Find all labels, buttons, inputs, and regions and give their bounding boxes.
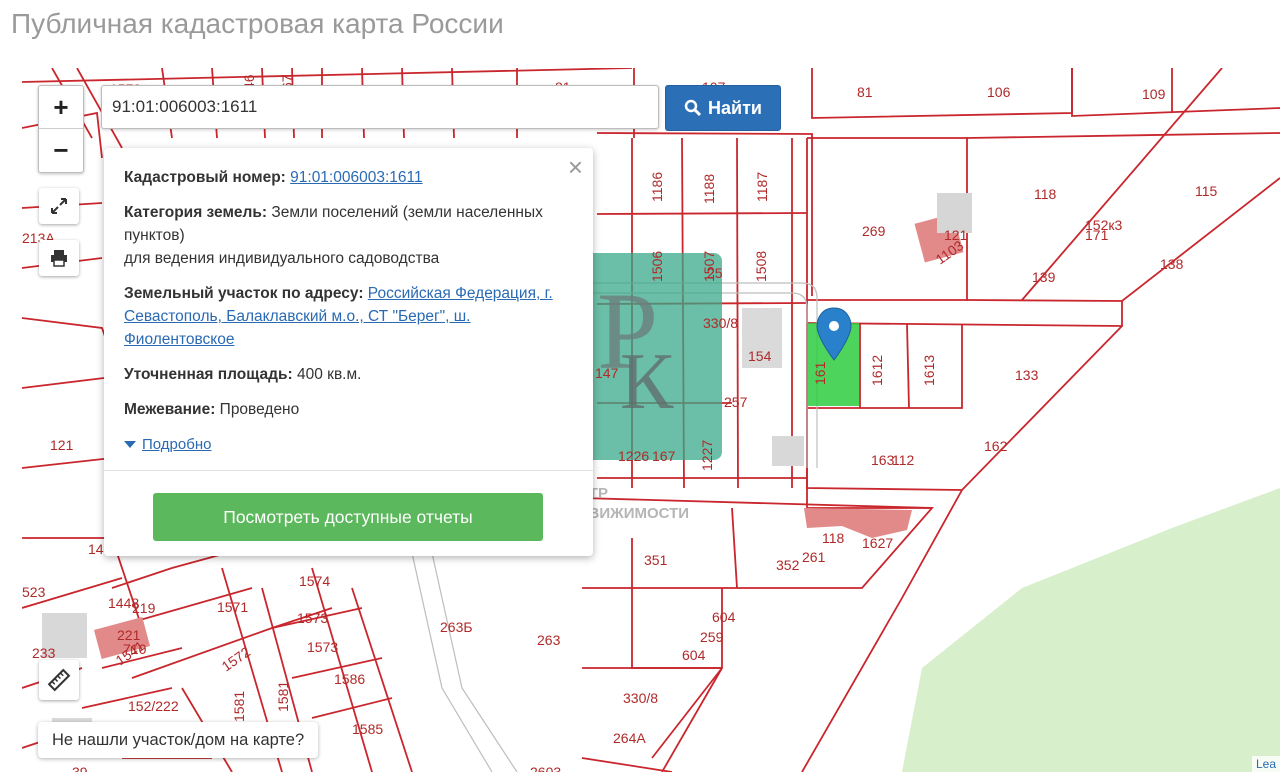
- parcel-label: 1573: [297, 610, 328, 626]
- parcel-label: 154: [748, 348, 772, 364]
- survey-value: Проведено: [219, 401, 300, 418]
- parcel-label: 1187: [754, 172, 770, 202]
- parcel-info-popup: × Кадастровый номер: 91:01:006003:1611 К…: [104, 148, 593, 556]
- search-button-label: Найти: [708, 97, 762, 118]
- parcel-label: 152/222: [128, 698, 179, 714]
- area-value: 400 кв.м.: [297, 366, 362, 383]
- bottom-strip: [0, 772, 1280, 783]
- cadastral-map[interactable]: Р К ЦЕНТР НЕДВИЖИМОСТИ 15787646678110781…: [22, 68, 1280, 772]
- parcel-label: 1188: [701, 174, 717, 204]
- not-found-button[interactable]: Не нашли участок/дом на карте?: [38, 722, 319, 758]
- ruler-icon: [47, 668, 71, 692]
- caret-down-icon: [124, 440, 136, 448]
- parcel-label: 1227: [699, 440, 715, 471]
- view-reports-button[interactable]: Посмотреть доступные отчеты: [153, 493, 543, 541]
- category-label: Категория земель:: [124, 204, 268, 221]
- parcel-label: 2603: [530, 764, 561, 772]
- parcel-label: 1574: [299, 573, 330, 589]
- fullscreen-button[interactable]: [39, 188, 79, 224]
- parcel-label: 147: [595, 365, 619, 381]
- parcel-label: 352: [776, 557, 800, 573]
- page-title: Публичная кадастровая карта России: [11, 8, 504, 39]
- parcel-label: 259: [700, 629, 724, 645]
- parcel-label: 604: [712, 609, 736, 625]
- popup-divider: [104, 470, 593, 471]
- search-button[interactable]: Найти: [665, 85, 781, 131]
- usage-value: для ведения индивидуального садоводства: [124, 250, 440, 267]
- survey-label: Межевание:: [124, 401, 216, 418]
- parcel-label: 330/8: [623, 690, 658, 706]
- parcel-label: 233: [32, 645, 56, 661]
- expand-icon: [51, 198, 67, 214]
- parcel-label: 138: [1160, 256, 1184, 272]
- parcel-label: 1581: [231, 691, 247, 722]
- parcel-label: 25: [707, 265, 723, 281]
- survey-row: Межевание: Проведено: [124, 398, 573, 421]
- parcel-label: 121: [50, 437, 74, 453]
- parcel-label: 118: [822, 530, 845, 546]
- search-input[interactable]: [101, 85, 659, 129]
- parcel-label: 112: [892, 452, 915, 468]
- parcel-label: 263: [537, 632, 561, 648]
- parcel-label: 115: [1195, 183, 1218, 199]
- zoom-in-button[interactable]: +: [39, 86, 83, 128]
- printer-icon: [51, 250, 67, 267]
- parcel-label: 1613: [921, 355, 937, 386]
- parcel-label: 1627: [862, 535, 893, 551]
- parcel-label: 1186: [649, 172, 665, 202]
- parcel-label: 263Б: [440, 619, 473, 635]
- parcel-label: 264А: [613, 730, 646, 746]
- area-row: Уточненная площадь: 400 кв.м.: [124, 363, 573, 386]
- parcel-label: 523: [22, 584, 46, 600]
- parcel-label: 1612: [869, 355, 885, 386]
- parcel-label: 161: [812, 361, 828, 385]
- parcel-label: 106: [987, 84, 1011, 100]
- zoom-controls: + −: [38, 85, 84, 173]
- parcel-label: 1585: [352, 721, 383, 737]
- parcel-label: 261: [802, 549, 826, 565]
- parcel-label: 14: [88, 541, 104, 557]
- parcel-label: 257: [724, 394, 748, 410]
- search-icon: [684, 99, 702, 117]
- parcel-label: 171: [1085, 227, 1109, 243]
- parcel-label: 219: [132, 600, 156, 616]
- close-icon[interactable]: ×: [568, 154, 583, 180]
- parcel-label: 118: [1034, 186, 1057, 202]
- parcel-label: 1226: [618, 448, 649, 464]
- area-label: Уточненная площадь:: [124, 366, 293, 383]
- parcel-label: 330/8: [703, 315, 738, 331]
- green-area: [902, 488, 1280, 772]
- details-toggle[interactable]: Подробно: [124, 433, 573, 456]
- parcel-label: 1506: [649, 251, 665, 282]
- svg-text:К: К: [620, 338, 674, 426]
- parcel-label: 1573: [307, 639, 338, 655]
- parcel-label: 39: [72, 764, 88, 772]
- parcel-label: 167: [652, 448, 676, 464]
- parcel-label: 1571: [217, 599, 248, 615]
- cadastral-number-link[interactable]: 91:01:006003:1611: [290, 169, 422, 186]
- cadastral-row: Кадастровый номер: 91:01:006003:1611: [124, 166, 573, 189]
- parcel-label: 1586: [334, 671, 365, 687]
- parcel-label: 139: [1032, 269, 1056, 285]
- category-row: Категория земель: Земли поселений (земли…: [124, 201, 573, 270]
- cadastral-label: Кадастровый номер:: [124, 169, 286, 186]
- parcel-label: 81: [857, 84, 873, 100]
- parcel-label: 351: [644, 552, 668, 568]
- ruler-button[interactable]: [39, 660, 79, 700]
- address-label: Земельный участок по адресу:: [124, 285, 364, 302]
- map-attribution[interactable]: Lea: [1251, 756, 1280, 772]
- details-label: Подробно: [142, 436, 212, 453]
- parcel-label: 109: [1142, 86, 1166, 102]
- zoom-out-button[interactable]: −: [39, 128, 83, 171]
- parcel-label: 162: [984, 438, 1008, 454]
- parcel-label: 1581: [275, 681, 291, 712]
- print-button[interactable]: [39, 240, 79, 276]
- parcel-label: 604: [682, 647, 706, 663]
- parcel-label: 1572: [219, 643, 254, 674]
- parcel-label: 1508: [753, 251, 769, 282]
- parcel-label: 133: [1015, 367, 1039, 383]
- parcel-label: 269: [862, 223, 886, 239]
- address-row: Земельный участок по адресу: Российская …: [124, 282, 573, 351]
